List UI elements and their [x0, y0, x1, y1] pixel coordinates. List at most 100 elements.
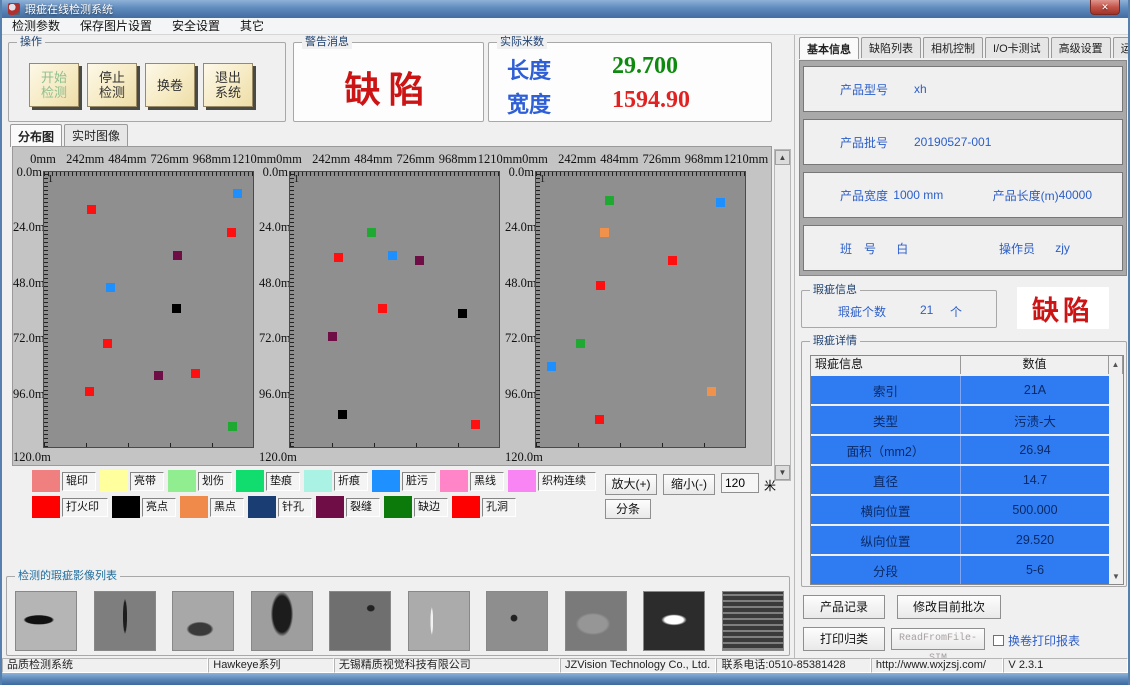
modify-batch-button[interactable]: 修改目前批次	[897, 595, 1001, 619]
defect-point[interactable]	[388, 251, 397, 260]
defect-point[interactable]	[378, 304, 387, 313]
op-button-0[interactable]: 开始 检测	[29, 63, 79, 107]
view-tab-0[interactable]: 分布图	[10, 124, 62, 147]
defect-point[interactable]	[458, 309, 467, 318]
defect-point[interactable]	[103, 339, 112, 348]
defect-point[interactable]	[334, 253, 343, 262]
defect-image-7[interactable]	[486, 591, 548, 651]
split-button[interactable]: 分条	[605, 499, 651, 519]
defect-image-9[interactable]	[643, 591, 705, 651]
op-button-3[interactable]: 退出 系统	[203, 63, 253, 107]
warning-group: 警告消息 缺陷	[293, 42, 484, 122]
defect-point[interactable]	[595, 415, 604, 424]
detail-name: 类型	[811, 406, 961, 434]
menu-item-3[interactable]: 其它	[230, 18, 274, 34]
defect-point[interactable]	[600, 228, 609, 237]
info-tab-3[interactable]: I/O卡测试	[985, 37, 1049, 58]
print-report-checkbox[interactable]: 换卷打印报表	[993, 632, 1080, 649]
defect-image-1[interactable]	[15, 591, 77, 651]
info-tab-1[interactable]: 缺陷列表	[861, 37, 921, 58]
detail-row-2[interactable]: 面积（mm2）26.94	[811, 436, 1123, 464]
defect-image-4[interactable]	[251, 591, 313, 651]
defect-point[interactable]	[471, 420, 480, 429]
view-tab-1[interactable]: 实时图像	[64, 124, 128, 146]
info-tab-2[interactable]: 相机控制	[923, 37, 983, 58]
defect-point[interactable]	[228, 422, 237, 431]
defect-point[interactable]	[328, 332, 337, 341]
defect-point[interactable]	[547, 362, 556, 371]
defect-point[interactable]	[367, 228, 376, 237]
warning-group-label: 警告消息	[302, 35, 352, 49]
info-tab-4[interactable]: 高级设置	[1051, 37, 1111, 58]
defect-point[interactable]	[87, 205, 96, 214]
legend-entry: 针孔	[248, 496, 312, 518]
table-scroll-up-icon[interactable]: ▲	[1109, 356, 1123, 374]
product-field-label: 操作员	[999, 240, 1055, 257]
width-value: 1594.90	[612, 87, 690, 114]
detail-row-1[interactable]: 类型污渍-大	[811, 406, 1123, 434]
defect-image-10[interactable]	[722, 591, 784, 651]
legend-entry: 亮带	[100, 470, 164, 492]
chart-area-1[interactable]: 1	[43, 171, 254, 448]
defect-point[interactable]	[173, 251, 182, 260]
defect-point[interactable]	[85, 387, 94, 396]
detail-row-5[interactable]: 纵向位置29.520	[811, 526, 1123, 554]
info-tab-5[interactable]: 运行状态信息	[1113, 37, 1130, 58]
defect-point[interactable]	[233, 189, 242, 198]
legend-label-box: 亮带	[130, 472, 164, 491]
close-button[interactable]: ✕	[1090, 0, 1120, 15]
print-classify-button[interactable]: 打印归类	[803, 627, 885, 651]
detail-value: 污渍-大	[961, 406, 1109, 434]
zoom-out-button[interactable]: 缩小(-)	[663, 474, 715, 495]
table-scroll-down-icon[interactable]: ▼	[1109, 570, 1123, 584]
header-name: 瑕疵信息	[811, 356, 961, 374]
defect-point[interactable]	[605, 196, 614, 205]
product-record-button[interactable]: 产品记录	[803, 595, 885, 619]
detail-row-6[interactable]: 分段5-6	[811, 556, 1123, 584]
op-button-1[interactable]: 停止 检测	[87, 63, 137, 107]
defect-point[interactable]	[668, 256, 677, 265]
range-input[interactable]	[721, 473, 759, 493]
defect-image-6[interactable]	[408, 591, 470, 651]
scroll-up-icon[interactable]: ▲	[775, 150, 790, 165]
menu-item-1[interactable]: 保存图片设置	[70, 18, 162, 34]
detail-row-4[interactable]: 横向位置500.000	[811, 496, 1123, 524]
menu-item-0[interactable]: 检测参数	[2, 18, 70, 34]
defect-image-8[interactable]	[565, 591, 627, 651]
warning-message: 缺陷	[294, 61, 483, 113]
checkbox-icon[interactable]	[993, 635, 1004, 646]
defect-point[interactable]	[227, 228, 236, 237]
zoom-in-button[interactable]: 放大(+)	[605, 474, 657, 495]
chart-area-2[interactable]: 1	[289, 171, 500, 448]
defect-point[interactable]	[154, 371, 163, 380]
defect-point[interactable]	[106, 283, 115, 292]
defect-point[interactable]	[716, 198, 725, 207]
detail-row-0[interactable]: 索引21A	[811, 376, 1123, 404]
distribution-plots: 0mm242mm484mm726mm968mm1210mm0.0m24.0m48…	[12, 146, 772, 466]
defect-point[interactable]	[576, 339, 585, 348]
defect-image-3[interactable]	[172, 591, 234, 651]
defect-point[interactable]	[172, 304, 181, 313]
op-button-2[interactable]: 换卷	[145, 63, 195, 107]
scroll-track	[1109, 526, 1123, 554]
menu-item-2[interactable]: 安全设置	[162, 18, 230, 34]
defect-point[interactable]	[191, 369, 200, 378]
defect-point[interactable]	[707, 387, 716, 396]
plot-scrollbar[interactable]: ▲ ▼	[774, 149, 791, 481]
defect-image-2[interactable]	[94, 591, 156, 651]
axis-ticks-left	[44, 172, 48, 447]
legend-swatch	[452, 496, 480, 518]
y-tick-label: 0.0m	[505, 165, 534, 180]
defect-point[interactable]	[338, 410, 347, 419]
x-tick-label: 968mm	[439, 152, 477, 167]
defect-point[interactable]	[596, 281, 605, 290]
defect-point[interactable]	[415, 256, 424, 265]
product-field-value: 白	[896, 240, 963, 257]
defect-image-5[interactable]	[329, 591, 391, 651]
detail-row-3[interactable]: 直径14.7	[811, 466, 1123, 494]
scroll-down-icon[interactable]: ▼	[775, 465, 790, 480]
axis-ticks-left	[536, 172, 540, 447]
info-tab-0[interactable]: 基本信息	[799, 37, 859, 59]
chart-area-3[interactable]: 1	[535, 171, 746, 448]
y-tick-label: 48.0m	[259, 276, 288, 291]
